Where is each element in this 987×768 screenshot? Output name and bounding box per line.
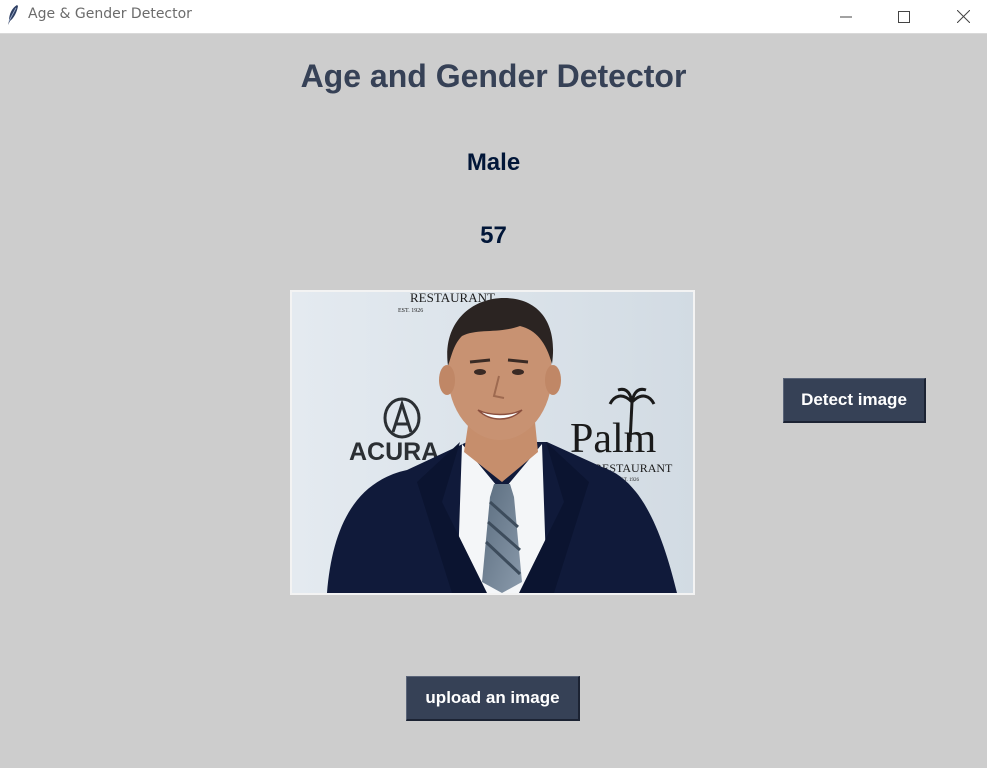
detect-image-button[interactable]: Detect image [783,378,926,423]
close-button[interactable] [940,0,986,33]
minimize-button[interactable] [823,0,869,33]
minimize-icon [840,16,852,17]
feather-icon [8,5,18,25]
gender-result-label: Male [466,149,521,176]
portrait-illustration: RESTAURANT EST. 1926 ACURA Palm RESTAURA… [292,292,693,593]
window-title: Age & Gender Detector [28,6,192,22]
upload-image-button[interactable]: upload an image [406,676,580,721]
palm-logo-text: Palm [570,416,657,462]
age-result-label: 57 [480,222,507,249]
maximize-button[interactable] [881,0,927,33]
top-restaurant-est: EST. 1926 [398,308,423,314]
close-icon [956,10,970,23]
uploaded-image: RESTAURANT EST. 1926 ACURA Palm RESTAURA… [290,290,695,595]
window-titlebar: Age & Gender Detector [0,0,987,34]
maximize-icon [898,10,910,23]
page-heading: Age and Gender Detector [300,58,687,94]
